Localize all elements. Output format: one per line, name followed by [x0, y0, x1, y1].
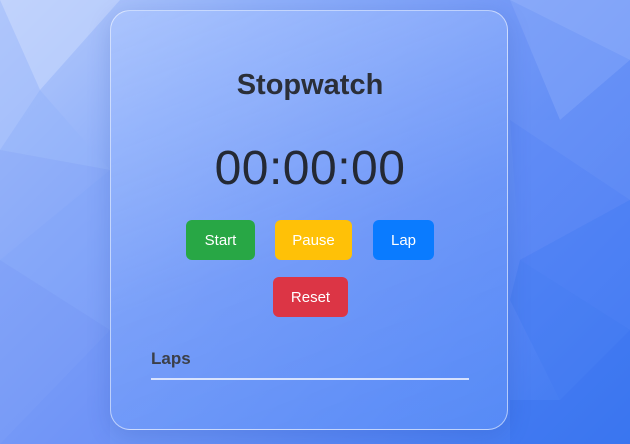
- laps-divider: [151, 378, 469, 380]
- laps-heading: Laps: [151, 349, 191, 368]
- time-display: 00:00:00: [214, 142, 406, 195]
- reset-button[interactable]: Reset: [273, 277, 348, 317]
- stopwatch-card: Stopwatch 00:00:00 Start Pause Lap Reset…: [110, 10, 508, 430]
- lap-button[interactable]: Lap: [373, 220, 434, 260]
- stopwatch-title: Stopwatch: [236, 69, 384, 101]
- pause-button[interactable]: Pause: [275, 220, 352, 260]
- start-button[interactable]: Start: [186, 220, 255, 260]
